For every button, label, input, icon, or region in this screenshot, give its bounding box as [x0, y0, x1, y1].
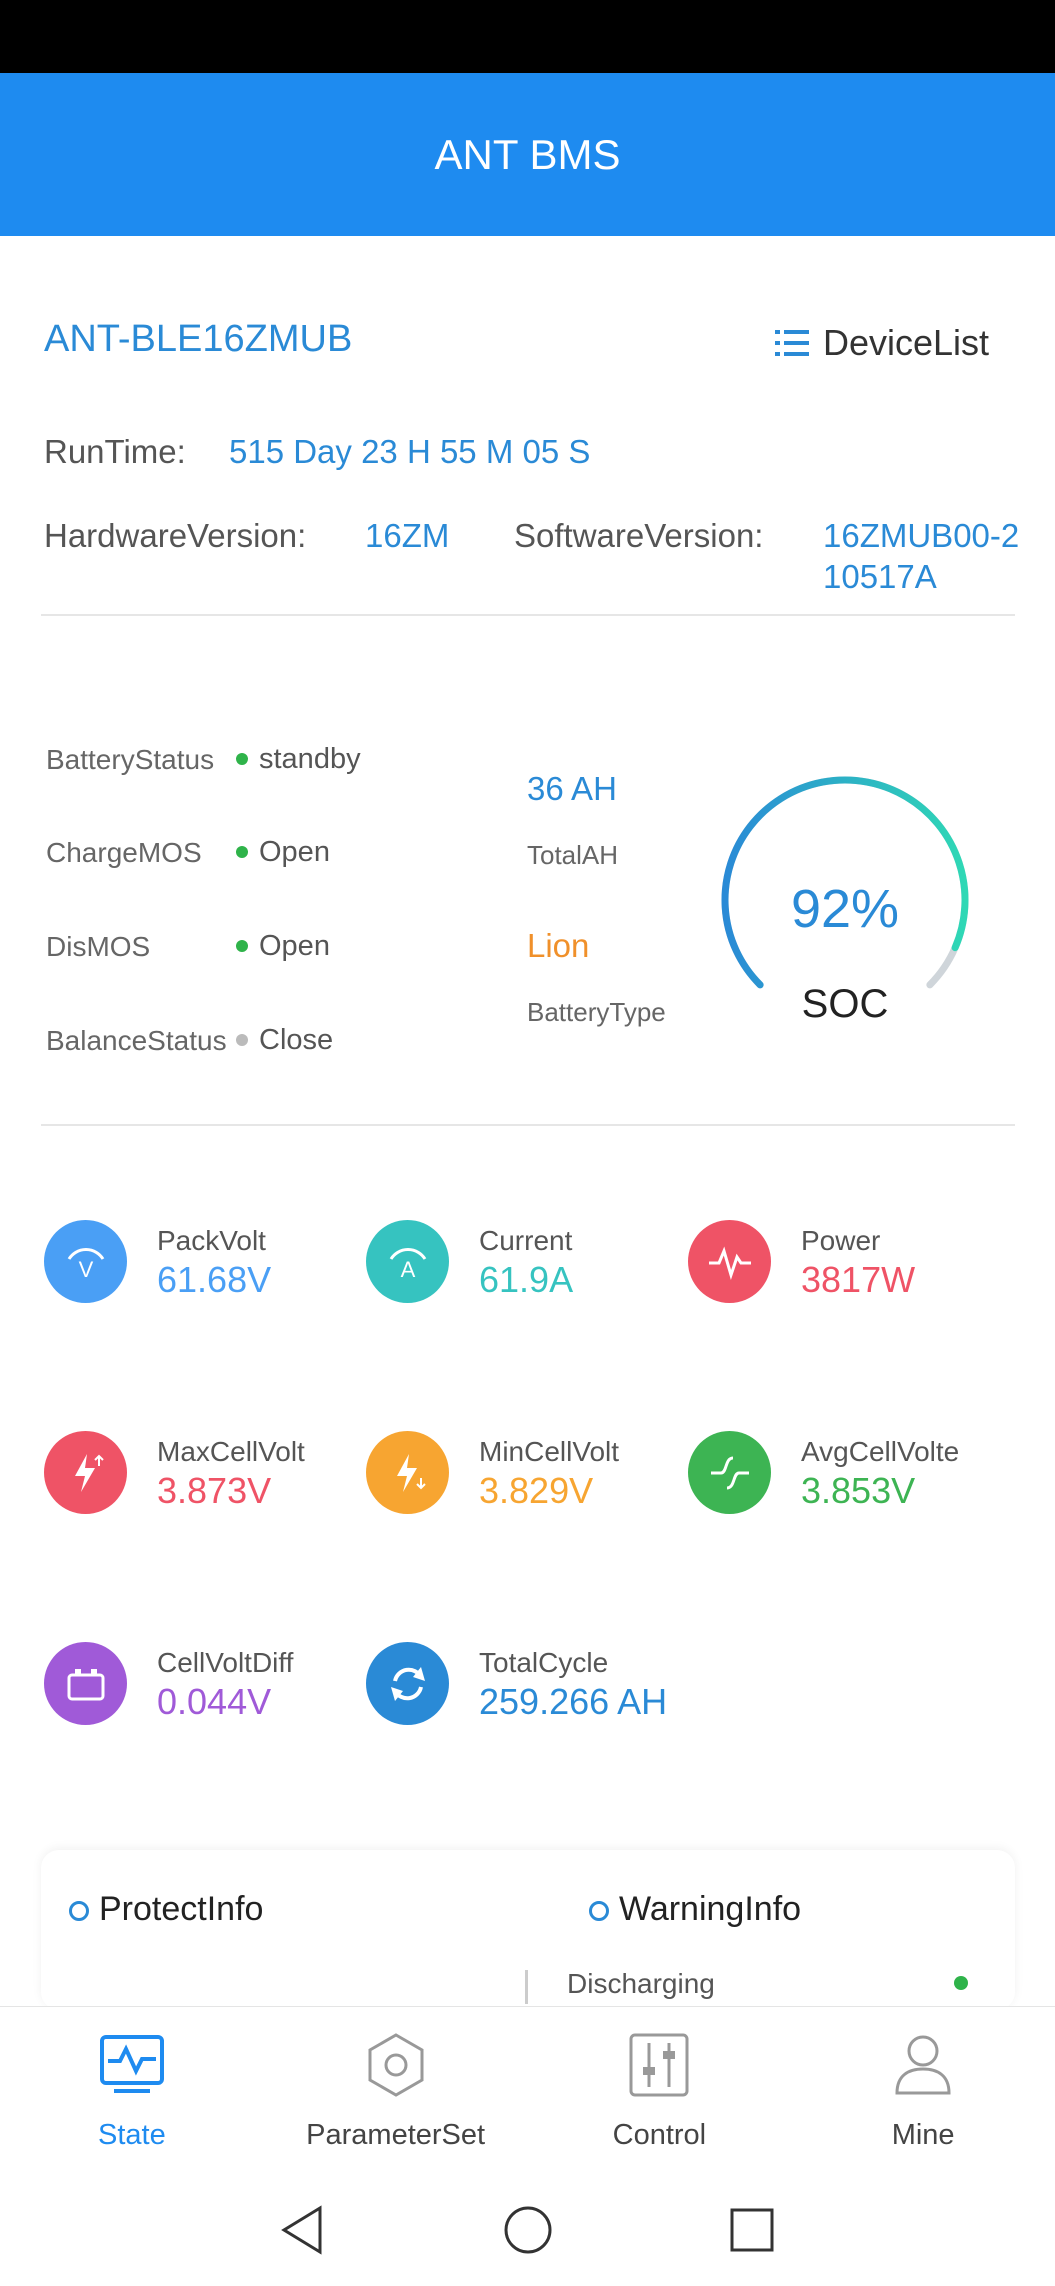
cycle-icon [366, 1642, 449, 1725]
bottom-tab-bar: State ParameterSet Control Mine [0, 2006, 1055, 2187]
app-title: ANT BMS [434, 130, 621, 178]
tab-mine[interactable]: Mine [791, 2007, 1055, 2187]
divider [41, 1124, 1015, 1126]
metric-label: TotalCycle [479, 1647, 609, 1678]
circle-icon [589, 1901, 609, 1922]
charge-mos-value: Open [259, 836, 330, 868]
tab-label: State [98, 2119, 166, 2151]
metric-value: 3.829V [479, 1470, 594, 1511]
tab-label: ParameterSet [306, 2119, 486, 2151]
metric-label: Power [801, 1225, 881, 1256]
runtime-label: RunTime: [44, 433, 186, 470]
battery-status-value: standby [259, 743, 361, 775]
hardware-version-label: HardwareVersion: [44, 517, 307, 554]
dis-mos-label: DisMOS [46, 931, 151, 962]
info-card: ProtectInfo WarningInfo Discharging [41, 1850, 1015, 2010]
total-ah-label: TotalAH [527, 840, 619, 870]
battery-status-label: BatteryStatus [46, 744, 215, 775]
software-version-label: SoftwareVersion: [514, 517, 764, 554]
status-dot [236, 846, 248, 858]
metric-avg-cell-volt: AvgCellVolte 3.853V [688, 1431, 959, 1514]
hexagon-settings-icon [368, 2033, 424, 2097]
tab-control[interactable]: Control [528, 2007, 792, 2187]
wave-icon [688, 1431, 771, 1514]
bolt-down-icon [366, 1431, 449, 1514]
metric-value: 3.853V [801, 1470, 916, 1511]
home-icon[interactable] [502, 2204, 554, 2256]
list-icon [775, 330, 809, 356]
software-version-value-line1: 16ZMUB00-2 [823, 517, 1020, 554]
back-icon[interactable] [278, 2204, 326, 2256]
system-nav-bar [0, 2186, 1055, 2286]
metric-min-cell-volt: MinCellVolt 3.829V [366, 1431, 619, 1514]
metric-total-cycle: TotalCycle 259.266 AH [366, 1642, 667, 1725]
hardware-version-value: 16ZM [365, 517, 450, 554]
metric-label: AvgCellVolte [801, 1436, 960, 1467]
gauge-a-icon: A [366, 1220, 449, 1303]
device-list-label: DeviceList [823, 322, 990, 363]
metric-value: 3.873V [157, 1470, 272, 1511]
charge-mos-label: ChargeMOS [46, 837, 202, 868]
metric-value: 0.044V [157, 1681, 272, 1722]
device-name: ANT-BLE16ZMUB [44, 318, 353, 360]
balance-status-label: BalanceStatus [46, 1025, 227, 1056]
recents-icon[interactable] [728, 2206, 776, 2254]
metric-label: PackVolt [157, 1225, 266, 1256]
metric-label: MinCellVolt [479, 1436, 620, 1467]
divider [525, 1970, 528, 2004]
gauge-v-icon: V [44, 1220, 127, 1303]
protect-info-tab[interactable]: ProtectInfo [69, 1890, 263, 1929]
tab-label: Control [612, 2119, 707, 2151]
total-ah-value: 36 AH [527, 770, 617, 807]
metric-label: MaxCellVolt [157, 1436, 305, 1467]
metric-value: 61.68V [157, 1259, 272, 1300]
metric-cell-volt-diff: CellVoltDiff 0.044V [44, 1642, 293, 1725]
warning-item: Discharging [567, 1968, 715, 1999]
metric-label: CellVoltDiff [157, 1647, 294, 1678]
status-dot [236, 1034, 248, 1046]
tab-state[interactable]: State [0, 2007, 264, 2187]
metric-current: A Current 61.9A [366, 1220, 573, 1303]
dis-mos-value: Open [259, 930, 330, 962]
tab-label: Mine [891, 2119, 955, 2151]
pulse-icon [688, 1220, 771, 1303]
battery-icon [44, 1642, 127, 1725]
battery-type-value: Lion [527, 927, 590, 964]
svg-text:A: A [400, 1257, 415, 1282]
monitor-pulse-icon [99, 2035, 164, 2093]
metric-max-cell-volt: MaxCellVolt 3.873V [44, 1431, 305, 1514]
status-dot [236, 940, 248, 952]
svg-text:V: V [78, 1257, 93, 1282]
balance-status-value: Close [259, 1024, 334, 1056]
sliders-icon [629, 2033, 689, 2097]
software-version-value-line2: 10517A [823, 558, 937, 595]
warning-info-label: WarningInfo [619, 1890, 802, 1928]
metric-power: Power 3817W [688, 1220, 915, 1303]
metric-pack-volt: V PackVolt 61.68V [44, 1220, 271, 1303]
status-dot [236, 753, 248, 765]
soc-value: 92% [790, 879, 900, 939]
protect-info-label: ProtectInfo [99, 1890, 264, 1928]
battery-type-label: BatteryType [527, 997, 666, 1027]
device-list-button[interactable]: DeviceList [775, 322, 989, 364]
status-bar [0, 0, 1055, 73]
circle-icon [69, 1901, 89, 1922]
tab-parameter-set[interactable]: ParameterSet [264, 2007, 528, 2187]
metric-value: 61.9A [479, 1259, 574, 1300]
metric-value: 3817W [801, 1259, 916, 1300]
bolt-up-icon [44, 1431, 127, 1514]
warning-info-tab[interactable]: WarningInfo [589, 1890, 801, 1929]
status-dot [954, 1976, 968, 1990]
metric-label: Current [479, 1225, 573, 1256]
runtime-value: 515 Day 23 H 55 M 05 S [229, 433, 591, 470]
soc-label: SOC [801, 982, 889, 1026]
divider [41, 614, 1015, 616]
user-icon [895, 2035, 951, 2095]
app-header: ANT BMS [0, 73, 1055, 236]
metric-value: 259.266 AH [479, 1681, 668, 1722]
